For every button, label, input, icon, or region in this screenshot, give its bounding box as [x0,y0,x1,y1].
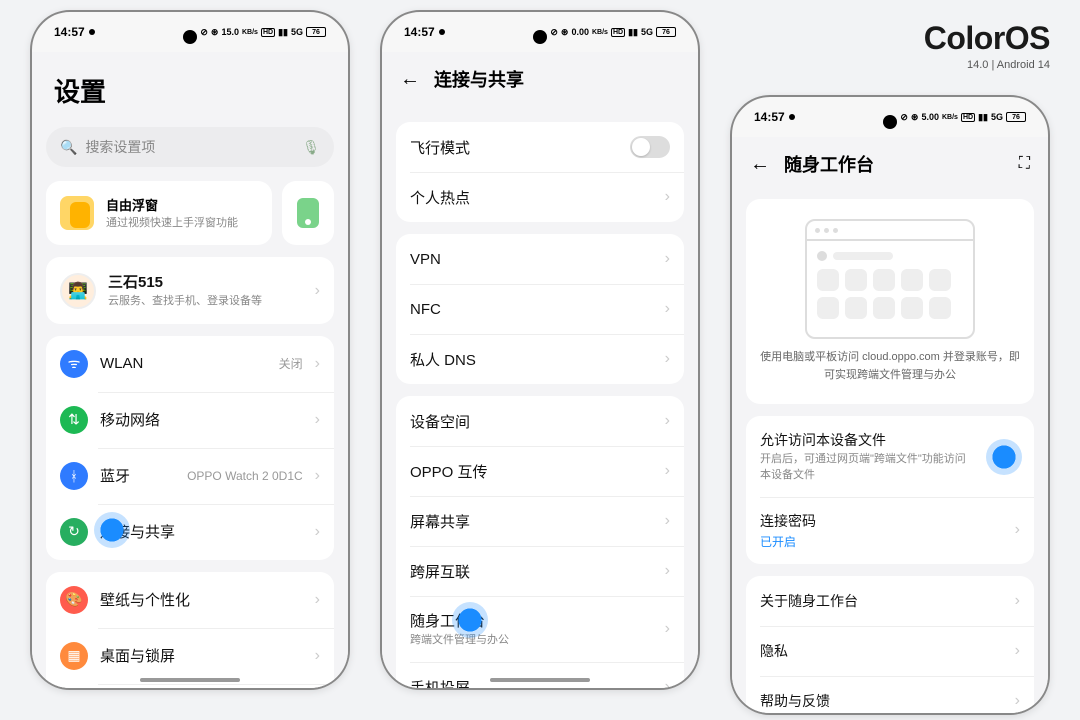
page-title: 设置 [46,52,334,127]
scan-icon[interactable]: ⛶ [1019,155,1030,173]
row-about[interactable]: 关于随身工作台› [746,576,1034,626]
chevron-right-icon: › [315,411,320,429]
toggle-airplane[interactable] [630,136,670,158]
page-title: 随身工作台 [784,151,1005,177]
promo-icon [60,196,94,230]
row-help[interactable]: 帮助与反馈› [746,676,1034,713]
search-icon: 🔍 [60,139,77,156]
row-connection-password[interactable]: 连接密码 已开启 › [746,497,1034,564]
row-privacy[interactable]: 隐私› [746,626,1034,676]
row-display[interactable]: ☀ 显示与亮度 › [46,684,334,688]
nav-bar[interactable] [140,678,240,682]
promo-sub: 通过视频快速上手浮窗功能 [106,216,238,231]
row-dns[interactable]: 私人 DNS› [396,334,684,384]
row-nfc[interactable]: NFC› [396,284,684,334]
phone-connection-share: 14:57 ⊘⊛0.00KB/sHD▮▮5G76 ← 连接与共享 飞行模式 个人… [380,10,700,690]
promo-secondary[interactable] [282,181,334,245]
row-vpn[interactable]: VPN› [396,234,684,284]
search-input[interactable]: 🔍 搜索设置项 🎙 [46,127,334,167]
mic-icon[interactable]: 🎙 [302,139,320,156]
chevron-right-icon: › [315,467,320,485]
phone-workbench: 14:57 ⊘⊛5.00KB/sHD▮▮5G76 ← 随身工作台 ⛶ 使用电脑或… [730,95,1050,715]
row-wlan[interactable]: ᯤ WLAN 关闭 › [46,336,334,392]
row-cast[interactable]: 手机投屏› [396,662,684,688]
promo-card[interactable]: 自由浮窗 通过视频快速上手浮窗功能 [46,181,272,245]
row-mobile-data[interactable]: ⇅ 移动网络 › [46,392,334,448]
status-bar: 14:57 ⊘⊛0.00KB/sHD▮▮5G76 [382,12,698,52]
row-connection-share[interactable]: ↻ 连接与共享 › [46,504,334,560]
account-name: 三石515 [108,271,303,292]
avatar: 👨‍💻 [60,273,96,309]
row-screen-share[interactable]: 屏幕共享› [396,496,684,546]
row-device-space[interactable]: 设备空间› [396,396,684,446]
illustration-card: 使用电脑或平板访问 cloud.oppo.com 并登录账号，即可实现跨端文件管… [746,199,1034,404]
back-button[interactable]: ← [400,68,420,91]
row-airplane[interactable]: 飞行模式 [396,122,684,172]
illustration-text: 使用电脑或平板访问 cloud.oppo.com 并登录账号，即可实现跨端文件管… [760,349,1020,384]
wifi-icon: ᯤ [60,350,88,378]
row-wallpaper[interactable]: 🎨 壁纸与个性化 › [46,572,334,628]
row-oppo-share[interactable]: OPPO 互传› [396,446,684,496]
back-button[interactable]: ← [750,153,770,176]
page-title: 连接与共享 [434,66,680,92]
share-icon: ↻ [60,518,88,546]
brand: ColorOS 14.0 | Android 14 [924,20,1050,71]
row-bluetooth[interactable]: ᚼ 蓝牙 OPPO Watch 2 0D1C › [46,448,334,504]
search-placeholder: 搜索设置项 [85,137,155,157]
status-bar: 14:57 ⊘⊛5.00KB/sHD▮▮5G76 [732,97,1048,137]
row-portable-workbench[interactable]: 随身工作台 跨端文件管理与办公 › [396,596,684,662]
row-desktop[interactable]: ▦ 桌面与锁屏 › [46,628,334,684]
account-sub: 云服务、查找手机、登录设备等 [108,294,303,309]
row-cross-screen[interactable]: 跨屏互联› [396,546,684,596]
brand-logo: ColorOS [924,20,1050,57]
highlight-indicator [986,439,1022,475]
chevron-right-icon: › [315,523,320,541]
row-hotspot[interactable]: 个人热点 › [396,172,684,222]
nav-bar[interactable] [490,678,590,682]
brand-version: 14.0 | Android 14 [924,59,1050,71]
bluetooth-icon: ᚼ [60,462,88,490]
promo-title: 自由浮窗 [106,195,238,214]
chevron-right-icon: › [315,282,320,300]
chevron-right-icon: › [315,591,320,609]
chevron-right-icon: › [315,647,320,665]
wallpaper-icon: 🎨 [60,586,88,614]
chevron-right-icon: › [665,188,670,206]
mobile-data-icon: ⇅ [60,406,88,434]
chevron-right-icon: › [315,355,320,373]
browser-illustration [805,219,975,339]
status-bar: 14:57 ⊘⊛15.0KB/sHD▮▮5G76 [32,12,348,52]
account-row[interactable]: 👨‍💻 三石515 云服务、查找手机、登录设备等 › [46,257,334,323]
phone-settings: 14:57 ⊘⊛15.0KB/sHD▮▮5G76 设置 🔍 搜索设置项 🎙 自由… [30,10,350,690]
status-enabled: 已开启 [760,533,1003,550]
row-allow-access[interactable]: 允许访问本设备文件 开启后，可通过网页端"跨端文件"功能访问本设备文件 [746,416,1034,497]
desktop-icon: ▦ [60,642,88,670]
